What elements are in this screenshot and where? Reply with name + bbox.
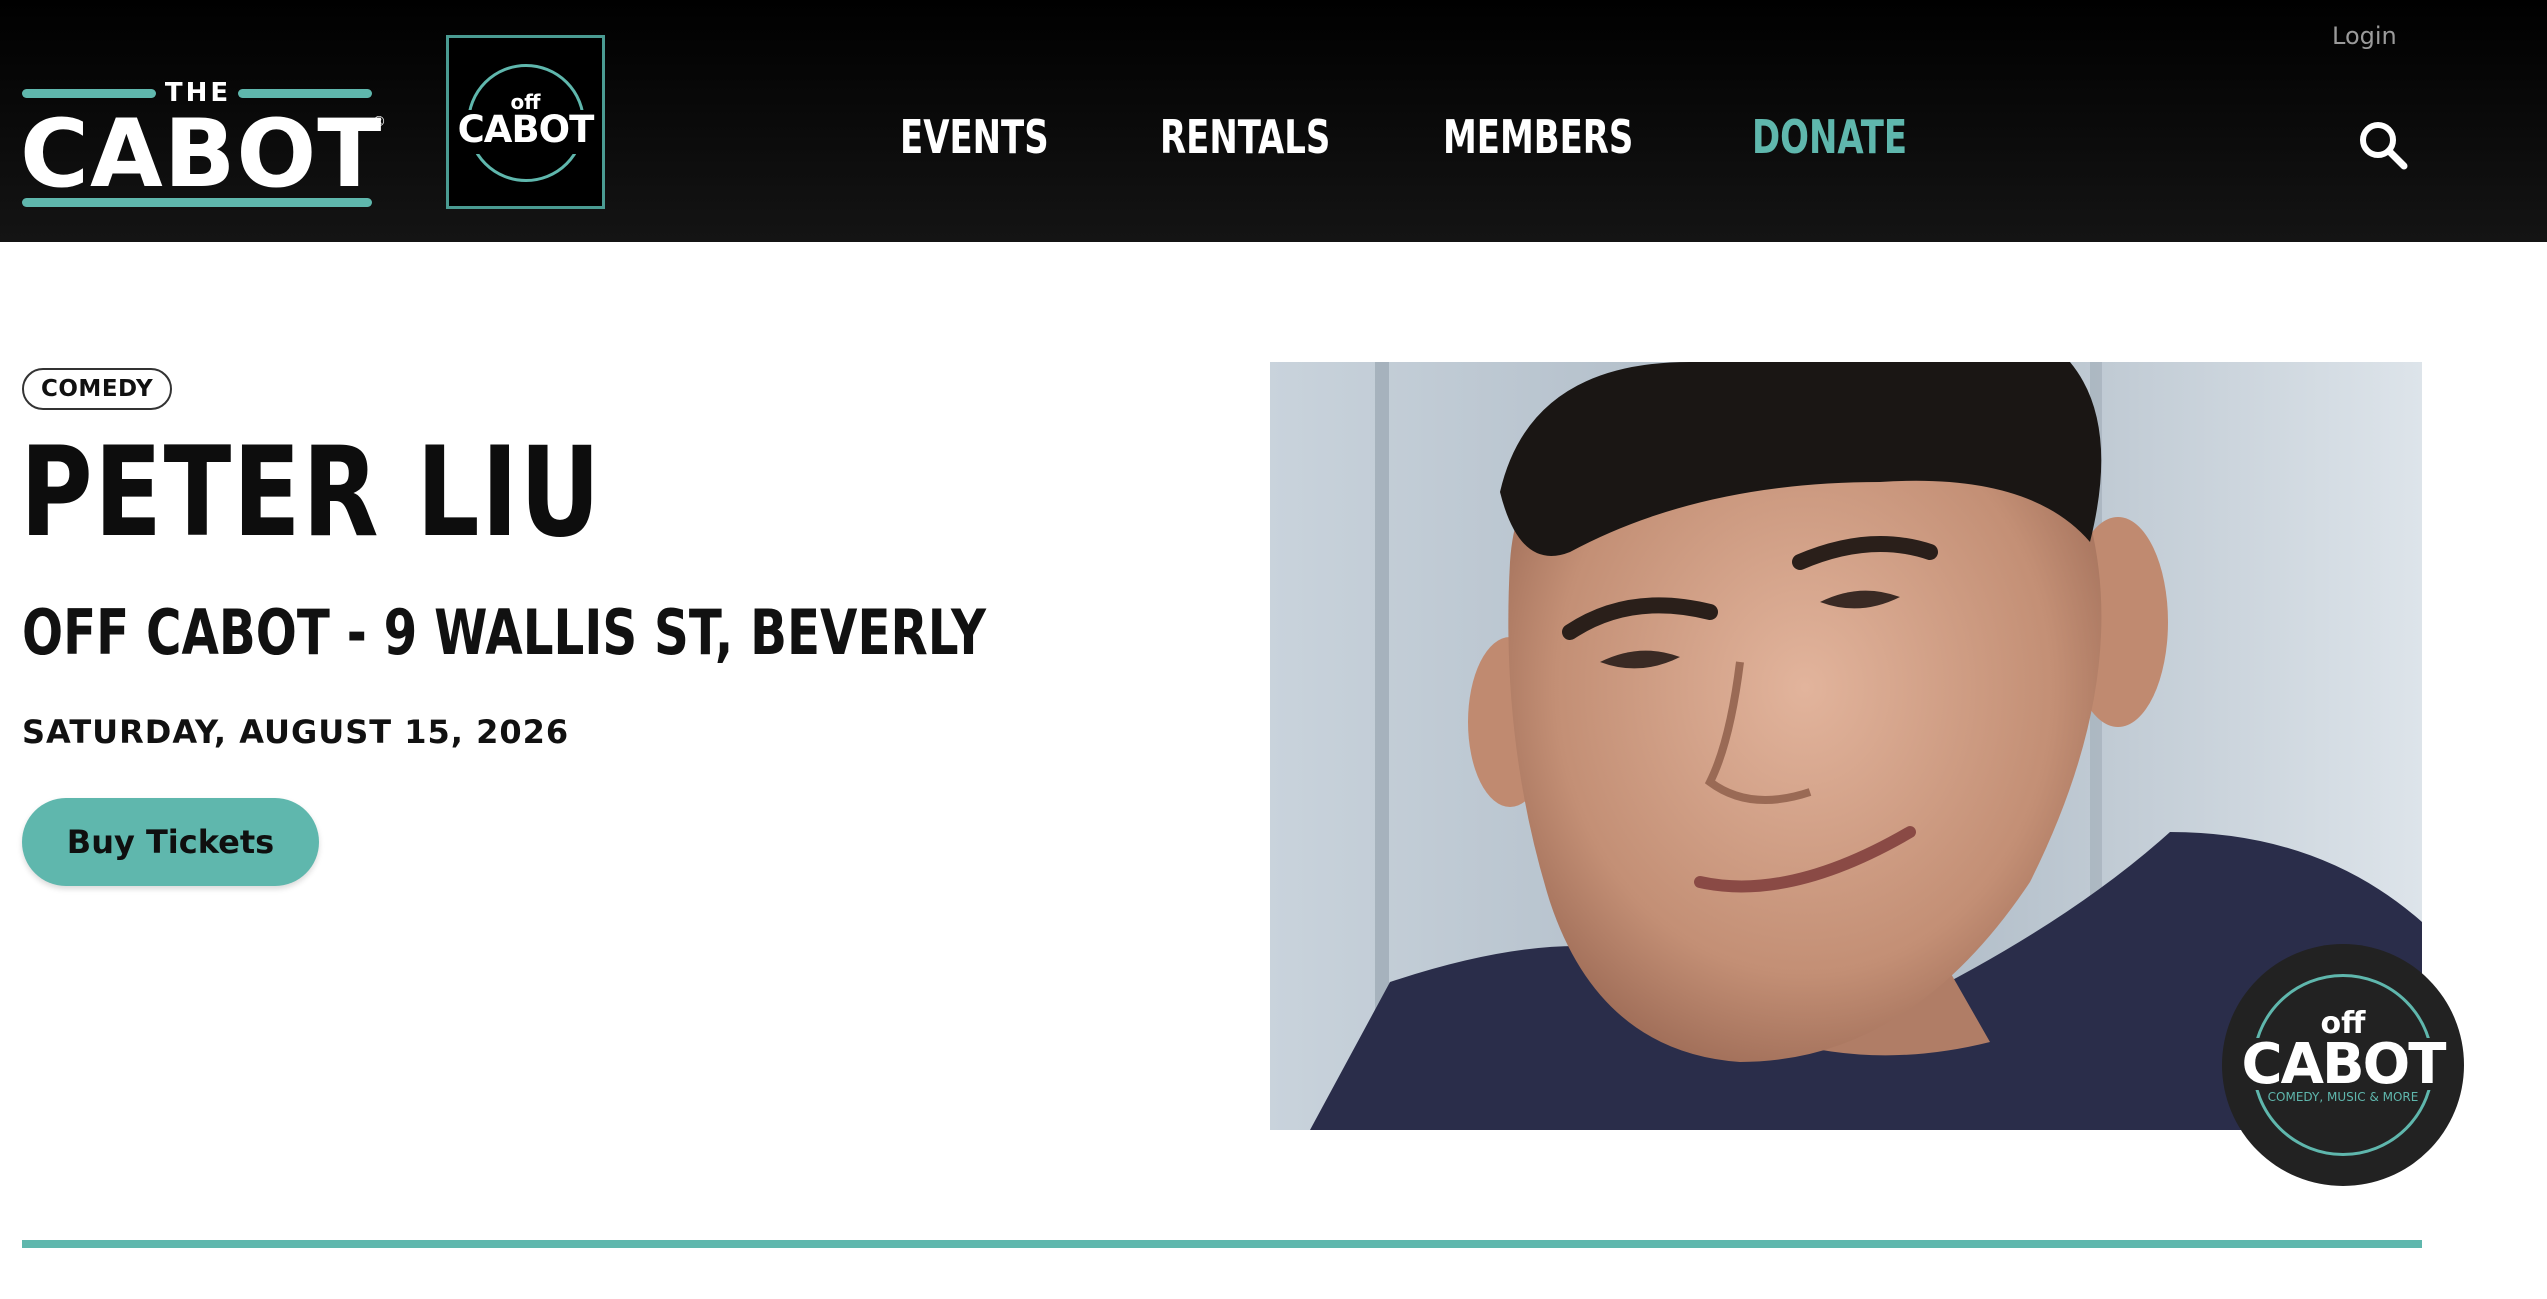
login-link[interactable]: Login [2332,22,2397,50]
logo-bar [22,198,372,207]
site-header: THE CABOT ® off CABOT Login EVENTS RENTA… [0,0,2547,242]
off-cabot-badge: off CABOT COMEDY, MUSIC & MORE [2222,944,2464,1186]
logo-bar [22,89,156,98]
badge-wordmark: CABOT [2241,1032,2447,1097]
event-date: SATURDAY, AUGUST 15, 2026 [22,713,570,751]
section-divider [22,1240,2422,1248]
nav-rentals[interactable]: RENTALS [1160,110,1330,180]
badge-tagline: COMEDY, MUSIC & MORE [2267,1090,2419,1104]
nav-donate[interactable]: DONATE [1752,110,1907,180]
main-nav: EVENTS RENTALS MEMBERS DONATE [0,110,2547,180]
category-tag[interactable]: COMEDY [22,368,173,410]
logo-bar [238,89,372,98]
event-venue: OFF CABOT - 9 WALLIS ST, BEVERLY [22,596,987,669]
buy-tickets-button[interactable]: Buy Tickets [22,798,319,886]
search-icon[interactable] [2356,118,2410,172]
nav-events[interactable]: EVENTS [900,110,1049,180]
event-title: PETER LIU [20,421,602,565]
nav-members[interactable]: MEMBERS [1443,110,1633,180]
